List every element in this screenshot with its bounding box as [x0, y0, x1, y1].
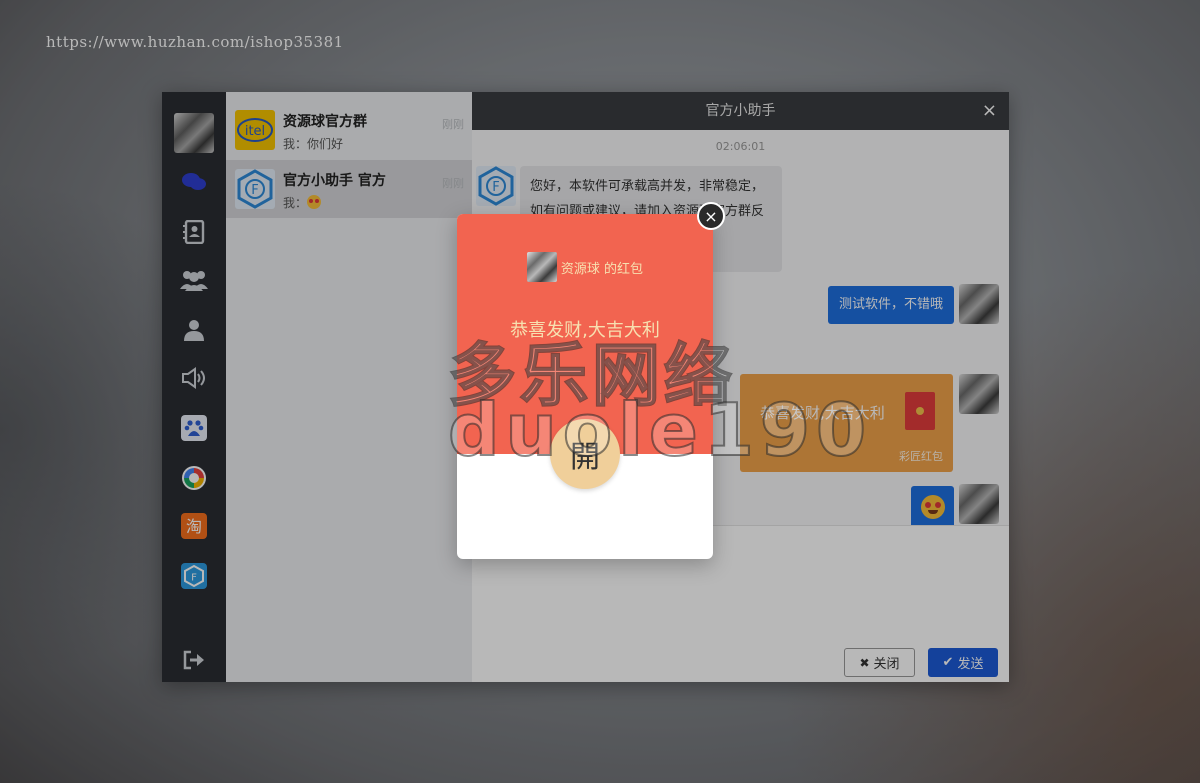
red-packet-modal: 资源球 的红包 恭喜发财,大吉大利 開: [457, 214, 713, 559]
packet-sender: 资源球 的红包: [457, 252, 713, 282]
packet-sender-label: 资源球 的红包: [560, 261, 644, 277]
sender-avatar: [526, 252, 557, 282]
open-red-packet-button[interactable]: 開: [550, 419, 620, 489]
packet-wish: 恭喜发财,大吉大利: [510, 320, 660, 341]
close-icon[interactable]: ×: [697, 202, 725, 230]
